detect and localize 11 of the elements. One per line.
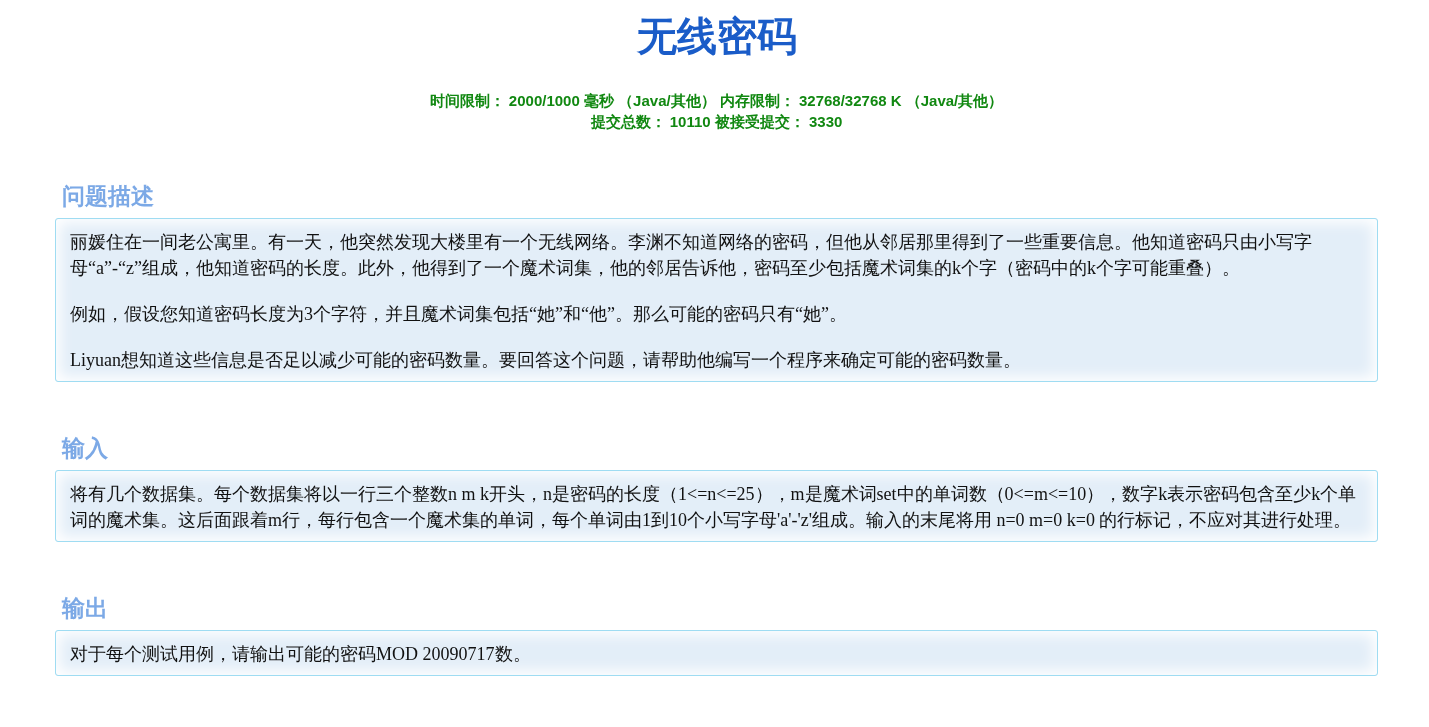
paragraph: 对于每个测试用例，请输出可能的密码MOD 20090717数。: [70, 643, 532, 666]
paragraph: Liyuan想知道这些信息是否足以减少可能的密码数量。要回答这个问题，请帮助他编写一个程序来确定可能的密码数量。: [70, 349, 1022, 372]
paragraph: 将有几个数据集。每个数据集将以一行三个整数n m k开头，n是密码的长度（1<=n<=25），m是魔术词set中的单词数（0<=m<=10），数字k表示密码包含至少k个单词的魔术集。这后面跟着m行，每行包含一个魔术集的单词，每个单词由1到10个小写字母'a'-'z'组成。输入的末尾将用 n=0 m=0 k=0 的行标记，不应对其进行处理。: [70, 483, 1358, 532]
paragraph: 丽媛住在一间老公寓里。有一天，他突然发现大楼里有一个无线网络。李渊不知道网络的密码，但他从邻居那里得到了一些重要信息。他知道密码只由小写字母“a”-“z”组成，他知道密码的长度。此外，他得到了一个魔术词集，他的邻居告诉他，密码至少包括魔术词集的k个字（密码中的k个字可能重叠）。: [70, 231, 1313, 280]
section-heading: 问题描述: [62, 182, 155, 211]
section-heading: 输出: [62, 594, 109, 623]
page-title: 无线密码: [635, 13, 798, 60]
paragraph: 例如，假设您知道密码长度为3个字符，并且魔术词集包括“她”和“他”。那么可能的密码只有“她”。: [70, 303, 848, 326]
limits-text: 时间限制： 2000/1000 毫秒 （Java/其他） 内存限制： 32768/32768 K （Java/其他）: [429, 91, 1004, 111]
section-heading: 输入: [62, 434, 109, 463]
limits-text: 提交总数： 10110 被接受提交： 3330: [590, 112, 843, 132]
